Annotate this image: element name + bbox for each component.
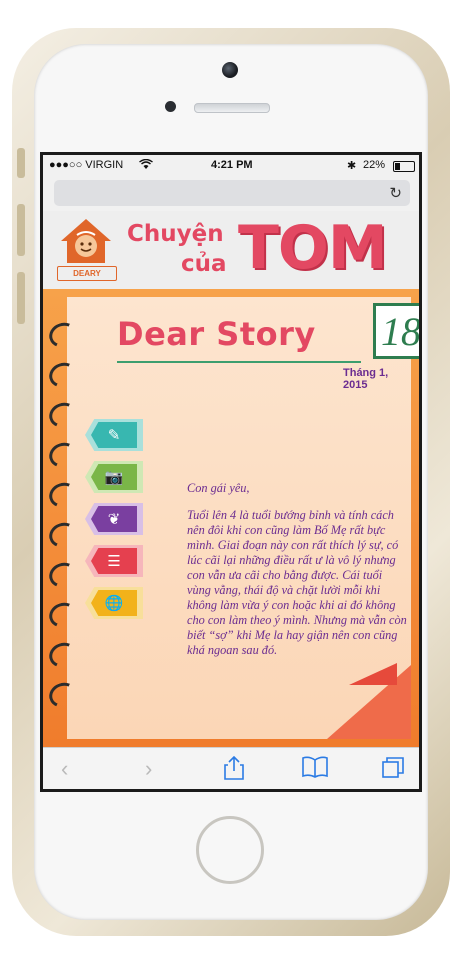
page-heading: Dear Story — [117, 315, 316, 353]
browser-toolbar: ‹ › — [43, 747, 419, 789]
bluetooth-icon: ✱ — [347, 160, 357, 172]
status-bar: ●●●○○ VIRGIN 4:21 PM ✱ 22% — [43, 155, 419, 177]
web-page: DEARY Chuyện của TOM Dear Story 18 Tháng… — [43, 211, 419, 776]
bookmarks-icon[interactable] — [301, 756, 329, 784]
volume-up-button — [17, 204, 25, 256]
back-icon[interactable]: ‹ — [61, 756, 68, 782]
wifi-icon — [139, 158, 153, 173]
story-greeting: Con gái yêu, — [187, 481, 250, 495]
site-title-big: TOM — [238, 213, 388, 283]
side-tabs: ✎ 📷 ❦ ☰ 🌐 — [85, 419, 155, 619]
home-button[interactable] — [196, 816, 264, 884]
site-title-line1: Chuyện — [127, 221, 224, 247]
tab-edit[interactable]: ✎ — [85, 419, 143, 451]
notebook: Dear Story 18 Tháng 1, 2015 Con gái yêu,… — [43, 289, 419, 776]
tab-laurel[interactable]: ❦ — [85, 503, 143, 535]
story-body: Tuổi lên 4 là tuổi bướng bỉnh và tính cá… — [187, 508, 407, 657]
edit-icon: ✎ — [91, 422, 137, 448]
clock-time: 4:21 PM — [211, 159, 253, 171]
mute-switch — [17, 148, 25, 178]
site-title-line2: của — [181, 251, 227, 277]
address-bar[interactable]: ↻ — [54, 180, 410, 206]
issue-number: 18 — [373, 303, 419, 359]
screen: ●●●○○ VIRGIN 4:21 PM ✱ 22% ↻ DEARY Chuyệ… — [40, 152, 422, 792]
story-text: Con gái yêu, Tuổi lên 4 là tuổi bướng bỉ… — [187, 481, 409, 670]
forward-icon[interactable]: › — [145, 756, 152, 782]
battery-percent: 22% — [363, 159, 386, 171]
share-icon[interactable] — [223, 755, 245, 786]
reload-icon[interactable]: ↻ — [389, 184, 402, 202]
proximity-sensor — [165, 101, 176, 112]
front-camera-icon — [222, 62, 238, 78]
laurel-icon: ❦ — [91, 506, 137, 532]
heading-underline — [117, 361, 361, 363]
globe-icon: 🌐 — [91, 590, 137, 616]
earpiece-speaker — [194, 103, 270, 113]
clipboard-icon: ☰ — [91, 548, 137, 574]
house-icon — [61, 219, 111, 263]
volume-down-button — [17, 272, 25, 324]
deary-logo[interactable]: DEARY — [55, 217, 117, 281]
battery-icon — [393, 161, 415, 172]
camera-icon: 📷 — [91, 464, 137, 490]
carrier-label: ●●●○○ VIRGIN — [49, 159, 124, 171]
tab-globe[interactable]: 🌐 — [85, 587, 143, 619]
issue-date: Tháng 1, 2015 — [343, 367, 389, 391]
tab-clipboard[interactable]: ☰ — [85, 545, 143, 577]
logo-text: DEARY — [57, 266, 117, 281]
tab-camera[interactable]: 📷 — [85, 461, 143, 493]
tabs-icon[interactable] — [381, 756, 405, 784]
